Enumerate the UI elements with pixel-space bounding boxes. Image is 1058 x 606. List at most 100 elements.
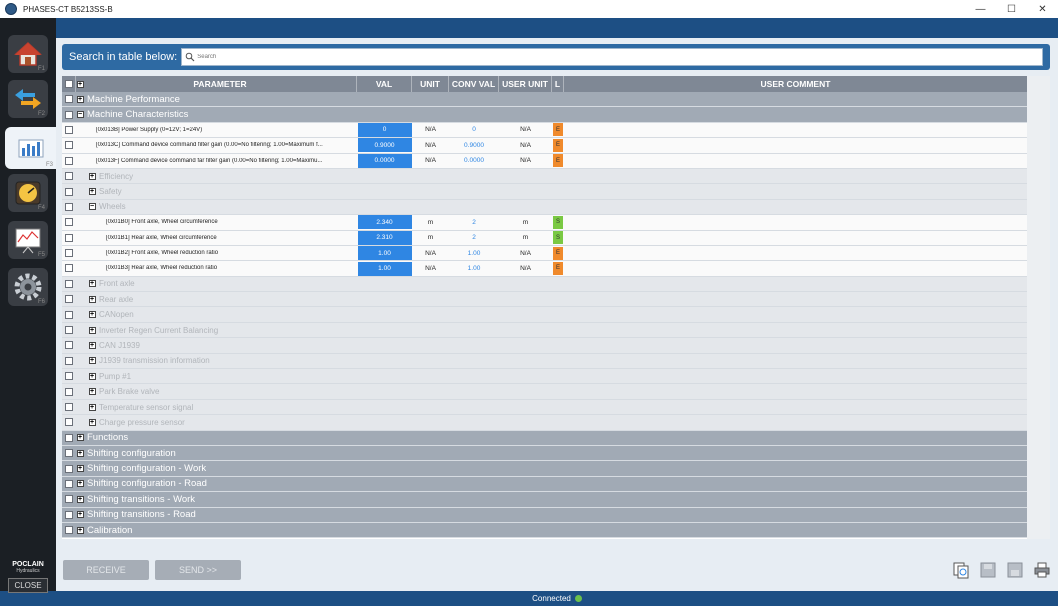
row-checkbox[interactable] [65, 356, 73, 365]
group-row[interactable]: + Shifting configuration - Road [62, 476, 1027, 493]
row-checkbox[interactable] [65, 249, 73, 258]
sidebar-item-trend[interactable]: F5 [8, 221, 48, 259]
subgroup-row[interactable]: + Temperature sensor signal [62, 399, 1027, 416]
subgroup-row[interactable]: + J1939 transmission information [62, 353, 1027, 370]
expand-toggle[interactable]: + [88, 188, 96, 196]
parameter-row[interactable]: [0x01B0] Front axle, Wheel circumference… [62, 215, 1027, 231]
value-input[interactable]: 0 [357, 122, 412, 137]
expand-toggle[interactable]: + [76, 511, 84, 519]
row-checkbox[interactable] [65, 387, 73, 396]
subgroup-row[interactable]: + Park Brake valve [62, 384, 1027, 400]
group-row[interactable]: + Functions [62, 430, 1027, 446]
value-input[interactable]: 0.9000 [357, 138, 412, 153]
parameter-row[interactable]: [0x01B2] Front axle, Wheel reduction rat… [62, 245, 1027, 262]
expand-toggle[interactable]: + [88, 280, 96, 288]
row-checkbox[interactable] [65, 326, 73, 335]
row-checkbox[interactable] [65, 403, 73, 411]
value-input[interactable]: 1.00 [357, 261, 412, 276]
expand-toggle[interactable]: + [76, 495, 84, 503]
subgroup-row[interactable]: + CAN J1939 [62, 338, 1027, 354]
expand-toggle[interactable]: + [76, 480, 84, 488]
expand-toggle[interactable]: + [88, 326, 96, 334]
col-header-level[interactable]: L [552, 76, 564, 92]
parameter-row[interactable]: [0x013C] Command device command filter g… [62, 138, 1027, 154]
row-checkbox[interactable] [65, 526, 73, 535]
subgroup-row[interactable]: + Safety [62, 184, 1027, 200]
subgroup-row[interactable]: + Front axle [62, 276, 1027, 293]
value-input[interactable]: 0.0000 [357, 153, 412, 168]
row-checkbox[interactable] [65, 464, 73, 473]
parameter-row[interactable]: [0x01B3] Rear axle, Wheel reduction rati… [62, 261, 1027, 277]
subgroup-row[interactable]: + Charge pressure sensor [62, 415, 1027, 431]
value-input[interactable]: 1.00 [357, 246, 412, 261]
send-button[interactable]: SEND >> [155, 560, 241, 580]
group-row[interactable]: + Shifting configuration - Work [62, 461, 1027, 477]
group-row[interactable]: + Shifting configuration [62, 445, 1027, 462]
group-row[interactable]: + Shifting transitions - Work [62, 492, 1027, 508]
maximize-button[interactable]: ☐ [996, 0, 1027, 18]
expand-toggle[interactable]: + [76, 526, 84, 534]
row-checkbox[interactable] [65, 125, 73, 134]
expand-toggle[interactable]: + [88, 357, 96, 365]
print-button[interactable] [1031, 560, 1052, 580]
search-input[interactable] [195, 50, 1036, 64]
sidebar-item-gauge[interactable]: F4 [8, 174, 48, 212]
row-checkbox[interactable] [65, 495, 73, 504]
expand-toggle[interactable]: + [88, 418, 96, 426]
row-checkbox[interactable] [65, 141, 73, 150]
copy-compare-button[interactable] [950, 560, 971, 580]
row-checkbox[interactable] [65, 172, 73, 181]
select-all-checkbox[interactable] [64, 80, 73, 88]
minimize-button[interactable]: — [965, 0, 996, 18]
sidebar-item-home[interactable]: F1 [8, 35, 48, 73]
expand-toggle[interactable]: + [76, 95, 84, 103]
col-header-user-comment[interactable]: USER COMMENT [564, 76, 1027, 92]
col-header-unit[interactable]: UNIT [412, 76, 449, 92]
row-checkbox[interactable] [65, 510, 73, 519]
close-app-button[interactable]: CLOSE [8, 578, 48, 593]
expand-toggle[interactable]: + [88, 172, 96, 180]
row-checkbox[interactable] [65, 449, 73, 458]
expand-toggle[interactable]: + [76, 449, 84, 457]
row-checkbox[interactable] [65, 95, 73, 104]
value-input[interactable]: 2.340 [357, 215, 412, 230]
group-row[interactable]: + Calibration [62, 522, 1027, 539]
expand-toggle[interactable]: + [88, 311, 96, 319]
group-row[interactable]: + Shifting transitions - Road [62, 507, 1027, 523]
save-button[interactable] [977, 560, 998, 580]
row-checkbox[interactable] [65, 310, 73, 319]
open-file-button[interactable] [1004, 560, 1025, 580]
table-scrollbar[interactable] [1027, 76, 1050, 539]
group-row[interactable]: − Machine Characteristics [62, 107, 1027, 123]
row-checkbox[interactable] [65, 279, 73, 288]
expand-toggle[interactable]: − [76, 111, 84, 119]
expand-toggle[interactable]: + [88, 403, 96, 411]
receive-button[interactable]: RECEIVE [63, 560, 149, 580]
parameter-row[interactable]: [0x013B] Power Supply (0=12V; 1=24V) 0 N/A… [62, 122, 1027, 139]
row-checkbox[interactable] [65, 156, 73, 165]
row-checkbox[interactable] [65, 110, 73, 119]
sidebar-item-transfer[interactable]: F2 [8, 80, 48, 118]
parameter-row[interactable]: [0x013F] Command device command far filt… [62, 153, 1027, 169]
expand-all-toggle[interactable]: + [76, 80, 84, 88]
col-header-val[interactable]: VAL [357, 76, 412, 92]
expand-toggle[interactable]: + [88, 372, 96, 380]
row-checkbox[interactable] [65, 418, 73, 427]
sidebar-item-settings[interactable]: F6 [8, 268, 48, 306]
parameter-row[interactable]: [0x01B1] Rear axle, Wheel circumference 2… [62, 230, 1027, 246]
expand-toggle[interactable]: + [76, 434, 84, 442]
subgroup-row[interactable]: + Efficiency [62, 168, 1027, 185]
subgroup-row[interactable]: + Rear axle [62, 292, 1027, 308]
expand-toggle[interactable]: − [88, 203, 96, 211]
value-input[interactable]: 2.310 [357, 230, 412, 245]
subgroup-row[interactable]: − Wheels [62, 199, 1027, 216]
expand-toggle[interactable]: + [88, 388, 96, 396]
row-checkbox[interactable] [65, 233, 73, 242]
expand-toggle[interactable]: + [88, 295, 96, 303]
row-checkbox[interactable] [65, 479, 73, 488]
col-header-conv-val[interactable]: CONV VAL [449, 76, 499, 92]
row-checkbox[interactable] [65, 187, 73, 196]
row-checkbox[interactable] [65, 341, 73, 350]
row-checkbox[interactable] [65, 295, 73, 304]
expand-toggle[interactable]: + [76, 465, 84, 473]
